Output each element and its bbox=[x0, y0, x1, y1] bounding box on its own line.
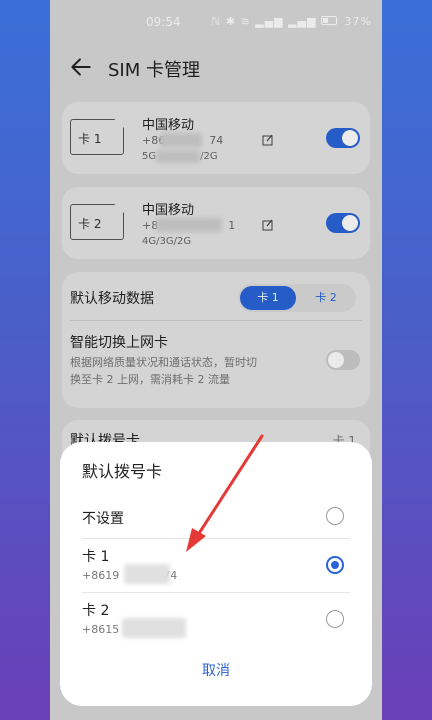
radio-button-selected[interactable] bbox=[326, 556, 344, 574]
radio-button[interactable] bbox=[326, 610, 344, 628]
redaction-blur bbox=[122, 618, 186, 638]
option-label: 卡 2 bbox=[82, 603, 110, 619]
default-call-dialog: 默认拨号卡 不设置 卡 1 +8619 74 卡 2 +8615 取消 bbox=[60, 442, 372, 706]
dialog-option-sim1[interactable]: 卡 1 +8619 74 bbox=[60, 538, 372, 592]
redaction-blur bbox=[124, 564, 170, 584]
radio-button[interactable] bbox=[326, 507, 344, 525]
option-label: 卡 1 bbox=[82, 549, 110, 565]
dialog-option-sim2[interactable]: 卡 2 +8615 bbox=[60, 592, 372, 646]
dialog-option-none[interactable]: 不设置 bbox=[60, 494, 372, 538]
phone-screen: 09:54 ℕ ✱ ≋ ▂▄▆ ▂▄▆ 37% SIM 卡管理 卡 1 中国移动… bbox=[50, 0, 382, 720]
dialog-title: 默认拨号卡 bbox=[82, 462, 163, 481]
option-label: 不设置 bbox=[82, 511, 124, 527]
option-number: +8615 bbox=[82, 623, 120, 636]
cancel-button[interactable]: 取消 bbox=[60, 660, 372, 680]
